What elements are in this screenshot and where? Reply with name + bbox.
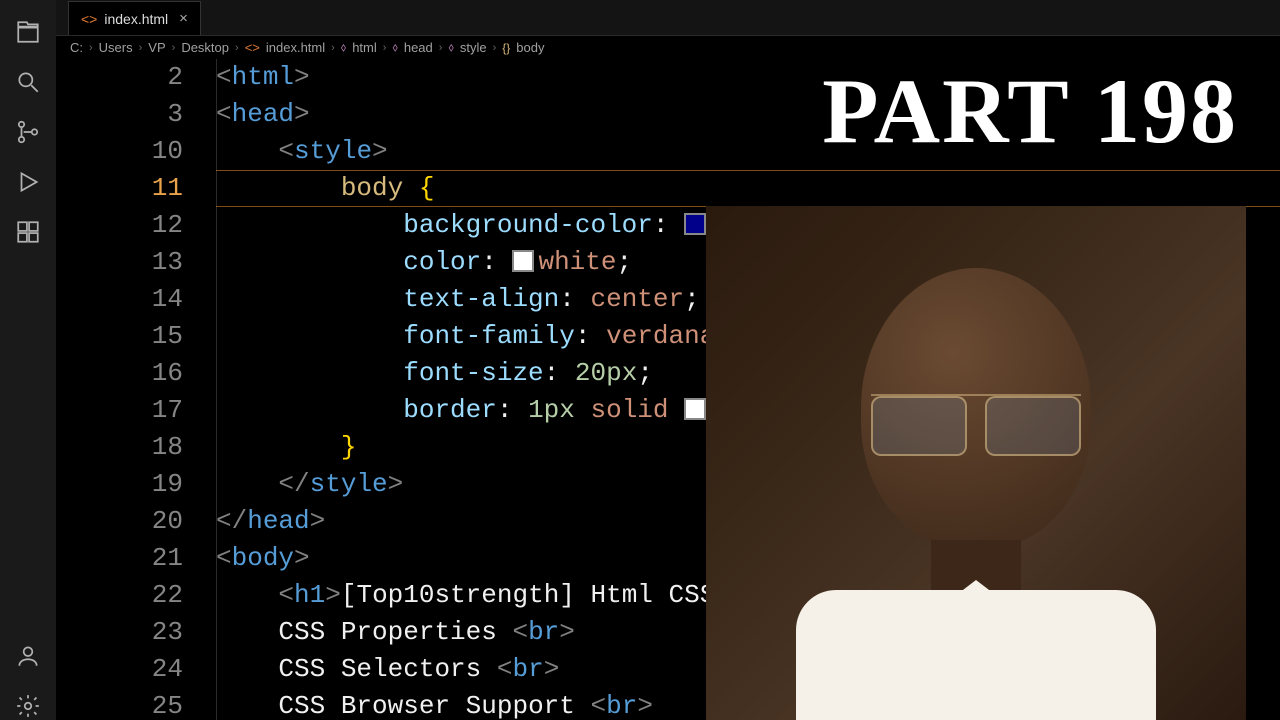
- line-number: 13: [56, 244, 183, 281]
- tab-filename: index.html: [104, 11, 168, 27]
- line-number: 2: [56, 59, 183, 96]
- search-icon[interactable]: [14, 68, 42, 96]
- color-swatch-white: [512, 250, 534, 272]
- breadcrumb-symbol[interactable]: body: [516, 40, 544, 55]
- close-icon[interactable]: ×: [179, 10, 188, 27]
- line-number: 23: [56, 614, 183, 651]
- html-file-icon: <>: [81, 11, 97, 27]
- source-control-icon[interactable]: [14, 118, 42, 146]
- breadcrumb-file[interactable]: index.html: [266, 40, 325, 55]
- color-swatch-white: [684, 398, 706, 420]
- breadcrumb-symbol[interactable]: style: [460, 40, 487, 55]
- symbol-icon: ⬨: [448, 40, 453, 55]
- line-number: 21: [56, 540, 183, 577]
- gutter: 2 3 10 11 12 13 14 15 16 17 18 19 20 21 …: [56, 59, 211, 720]
- breadcrumb[interactable]: C:› Users› VP› Desktop› <> index.html› ⬨…: [56, 36, 1280, 59]
- line-number: 3: [56, 96, 183, 133]
- line-number: 12: [56, 207, 183, 244]
- account-icon[interactable]: [14, 642, 42, 670]
- line-number: 19: [56, 466, 183, 503]
- symbol-icon: ⬨: [392, 40, 397, 55]
- line-number: 16: [56, 355, 183, 392]
- line-number: 17: [56, 392, 183, 429]
- settings-gear-icon[interactable]: [14, 692, 42, 720]
- line-number: 11: [56, 170, 183, 207]
- line-number: 20: [56, 503, 183, 540]
- line-number: 10: [56, 133, 183, 170]
- symbol-icon: {}: [502, 41, 510, 55]
- line-number: 18: [56, 429, 183, 466]
- run-debug-icon[interactable]: [14, 168, 42, 196]
- extensions-icon[interactable]: [14, 218, 42, 246]
- html-file-icon: <>: [245, 40, 260, 55]
- activity-bar: [0, 0, 56, 720]
- breadcrumb-part[interactable]: C:: [70, 40, 83, 55]
- line-number: 25: [56, 688, 183, 720]
- breadcrumb-part[interactable]: Users: [99, 40, 133, 55]
- line-number: 15: [56, 318, 183, 355]
- symbol-icon: ⬨: [341, 40, 346, 55]
- breadcrumb-part[interactable]: VP: [148, 40, 165, 55]
- explorer-icon[interactable]: [14, 18, 42, 46]
- color-swatch-darkblue: [684, 213, 706, 235]
- line-number: 24: [56, 651, 183, 688]
- breadcrumb-part[interactable]: Desktop: [181, 40, 229, 55]
- line-number: 14: [56, 281, 183, 318]
- tab-bar: <> index.html ×: [56, 0, 1280, 36]
- line-number: 22: [56, 577, 183, 614]
- overlay-part-title: PART 198: [822, 58, 1238, 164]
- tab-index-html[interactable]: <> index.html ×: [68, 1, 201, 35]
- breadcrumb-symbol[interactable]: head: [404, 40, 433, 55]
- breadcrumb-symbol[interactable]: html: [352, 40, 377, 55]
- presenter-portrait: [706, 206, 1246, 720]
